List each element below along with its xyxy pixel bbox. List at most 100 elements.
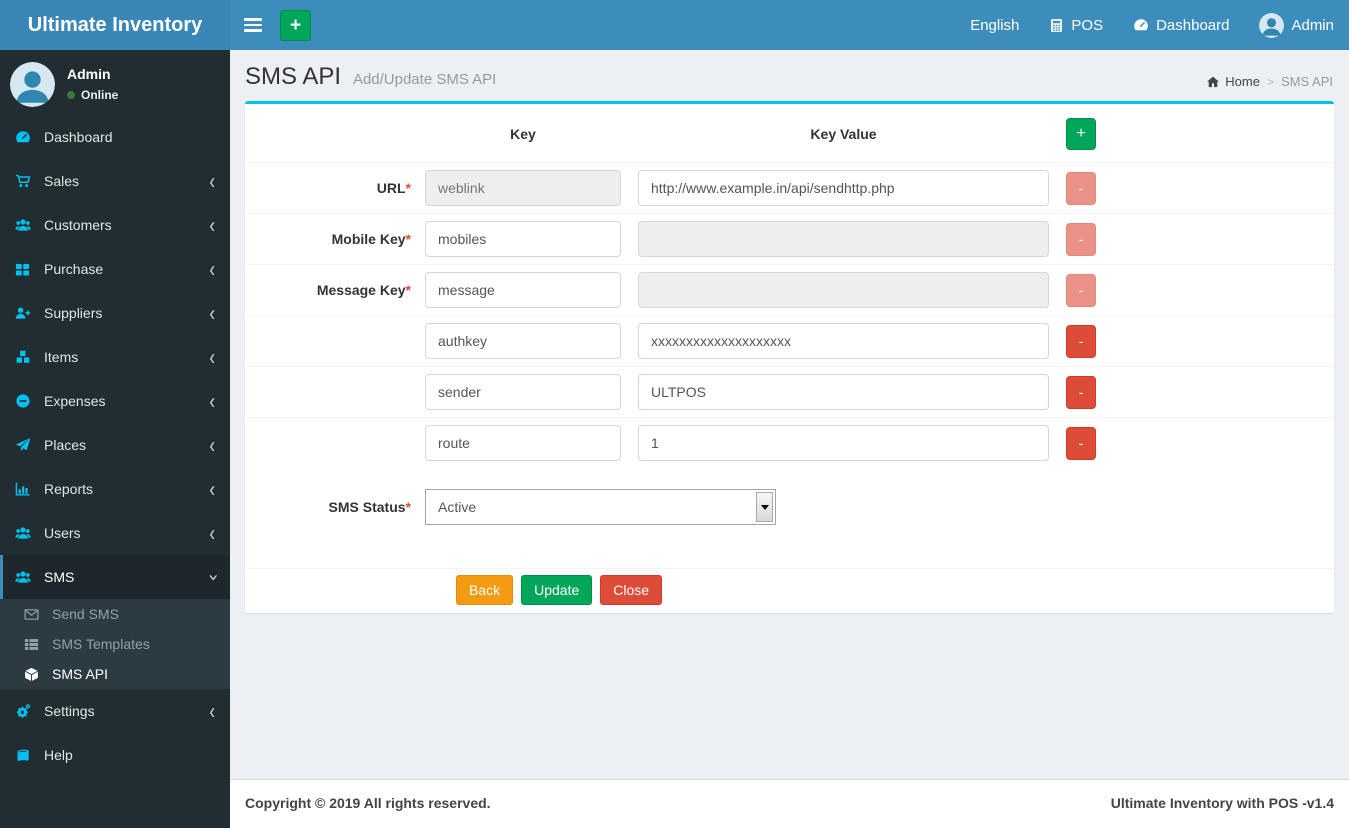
version-text: Ultimate Inventory with POS -v1.4	[1110, 795, 1334, 811]
authkey-key-input[interactable]	[425, 323, 621, 359]
sidebar-item-settings[interactable]: Settings ‹	[0, 689, 230, 733]
remove-row-button[interactable]: -	[1066, 426, 1096, 460]
add-row-button[interactable]: +	[1066, 118, 1096, 150]
sidebar-toggle-icon[interactable]	[230, 0, 276, 50]
paper-plane-icon	[15, 437, 35, 453]
tachometer-icon	[1133, 17, 1149, 33]
url-label: URL	[376, 180, 406, 196]
breadcrumb: Home > SMS API	[1206, 74, 1333, 89]
sender-value-input[interactable]	[638, 374, 1049, 410]
route-key-input[interactable]	[425, 425, 621, 461]
chevron-left-icon: ‹	[209, 476, 215, 502]
sidebar-item-label: Expenses	[44, 393, 106, 409]
url-value-input[interactable]	[638, 170, 1049, 206]
mobile-key-input[interactable]	[425, 221, 621, 257]
calculator-icon	[1049, 18, 1064, 33]
update-button[interactable]: Update	[521, 575, 593, 605]
submenu-item-label: Send SMS	[52, 606, 119, 622]
sidebar-item-sales[interactable]: Sales ‹	[0, 159, 230, 203]
sms-status-select[interactable]: Active	[425, 489, 776, 525]
sidebar-item-reports[interactable]: Reports ‹	[0, 467, 230, 511]
navbar-right-menu: English POS Dashboard Admin	[955, 0, 1349, 50]
page-title: SMS API	[245, 63, 342, 90]
sidebar-item-label: Dashboard	[44, 129, 113, 145]
remove-row-button: -	[1066, 273, 1096, 307]
close-button[interactable]: Close	[600, 575, 663, 605]
sidebar-item-customers[interactable]: Customers ‹	[0, 203, 230, 247]
page-subtitle: Add/Update SMS API	[352, 71, 497, 88]
brand-logo[interactable]: Ultimate Inventory	[0, 0, 230, 50]
sms-submenu-wrap: Send SMS SMS Templates SMS API	[0, 599, 230, 689]
sidebar-item-label: Settings	[44, 703, 95, 719]
select-dropdown-arrow-icon[interactable]	[756, 492, 773, 522]
cubes-icon	[15, 349, 35, 365]
remove-row-button[interactable]: -	[1066, 375, 1096, 409]
chevron-left-icon: ‹	[209, 698, 215, 724]
key-value-column-header: Key Value	[810, 126, 877, 142]
main-footer: Copyright © 2019 All rights reserved. Ul…	[230, 779, 1349, 828]
form-row-message-key: Message Key* -	[245, 264, 1334, 315]
sidebar-item-sms-api[interactable]: SMS API	[0, 659, 230, 689]
th-large-icon	[15, 262, 35, 277]
remove-row-button: -	[1066, 171, 1096, 205]
form-row-route: -	[245, 417, 1334, 468]
book-icon	[15, 748, 35, 763]
sidebar-item-label: Purchase	[44, 261, 104, 277]
sidebar-item-sms-templates[interactable]: SMS Templates	[0, 629, 230, 659]
user-status[interactable]: Online	[67, 88, 118, 102]
sidebar-item-dashboard[interactable]: Dashboard	[0, 115, 230, 159]
copyright-text: Copyright © 2019 All rights reserved.	[245, 795, 491, 811]
sidebar-item-users[interactable]: Users ‹	[0, 511, 230, 555]
remove-row-button[interactable]: -	[1066, 324, 1096, 358]
quick-add-button[interactable]: +	[280, 9, 311, 41]
sidebar-item-expenses[interactable]: Expenses ‹	[0, 379, 230, 423]
cube-icon	[24, 667, 44, 682]
sidebar-menu: Dashboard Sales ‹ Customers ‹ Purchase ‹…	[0, 115, 230, 777]
sidebar-item-places[interactable]: Places ‹	[0, 423, 230, 467]
envelope-icon	[24, 607, 44, 622]
th-list-icon	[24, 637, 44, 652]
language-menu[interactable]: English	[955, 0, 1034, 50]
breadcrumb-separator: >	[1266, 74, 1274, 89]
sender-key-input[interactable]	[425, 374, 621, 410]
url-key-input	[425, 170, 621, 206]
breadcrumb-home-link[interactable]: Home	[1206, 74, 1260, 89]
message-key-input[interactable]	[425, 272, 621, 308]
sidebar-item-send-sms[interactable]: Send SMS	[0, 599, 230, 629]
sidebar-item-label: Suppliers	[44, 305, 103, 321]
form-row-url: URL* -	[245, 162, 1334, 213]
sidebar-item-sms[interactable]: SMS ‹	[0, 555, 230, 599]
sidebar-item-label: Reports	[44, 481, 94, 497]
key-column-header: Key	[510, 126, 536, 142]
route-value-input[interactable]	[638, 425, 1049, 461]
form-body: Key Key Value + URL* - Mobile Key* -	[245, 104, 1334, 568]
chevron-left-icon: ‹	[209, 388, 215, 414]
sidebar-item-items[interactable]: Items ‹	[0, 335, 230, 379]
chevron-left-icon: ‹	[209, 212, 215, 238]
required-mark: *	[405, 231, 411, 247]
sms-api-form-box: Key Key Value + URL* - Mobile Key* -	[245, 101, 1334, 613]
sidebar-item-help[interactable]: Help	[0, 733, 230, 777]
required-mark: *	[405, 282, 411, 298]
form-header-row: Key Key Value +	[245, 104, 1334, 162]
sms-status-row: SMS Status* Active	[245, 482, 1334, 532]
avatar[interactable]	[10, 62, 55, 107]
chevron-left-icon: ‹	[209, 256, 215, 282]
sidebar-item-suppliers[interactable]: Suppliers ‹	[0, 291, 230, 335]
authkey-value-input[interactable]	[638, 323, 1049, 359]
user-menu[interactable]: Admin	[1244, 0, 1349, 50]
required-mark: *	[405, 499, 411, 515]
users-icon	[15, 525, 35, 541]
sidebar-item-label: Help	[44, 747, 73, 763]
dashboard-link[interactable]: Dashboard	[1118, 0, 1244, 50]
breadcrumb-home-label: Home	[1225, 74, 1260, 89]
pos-label: POS	[1071, 16, 1104, 34]
content-header: SMS API Add/Update SMS API Home > SMS AP…	[230, 50, 1349, 101]
back-button[interactable]: Back	[456, 575, 514, 605]
pos-link[interactable]: POS	[1034, 0, 1118, 50]
sidebar-item-label: Items	[44, 349, 79, 365]
sidebar-item-purchase[interactable]: Purchase ‹	[0, 247, 230, 291]
content-wrapper: SMS API Add/Update SMS API Home > SMS AP…	[230, 50, 1349, 779]
breadcrumb-current: SMS API	[1280, 74, 1333, 89]
minus-circle-icon	[15, 393, 35, 409]
